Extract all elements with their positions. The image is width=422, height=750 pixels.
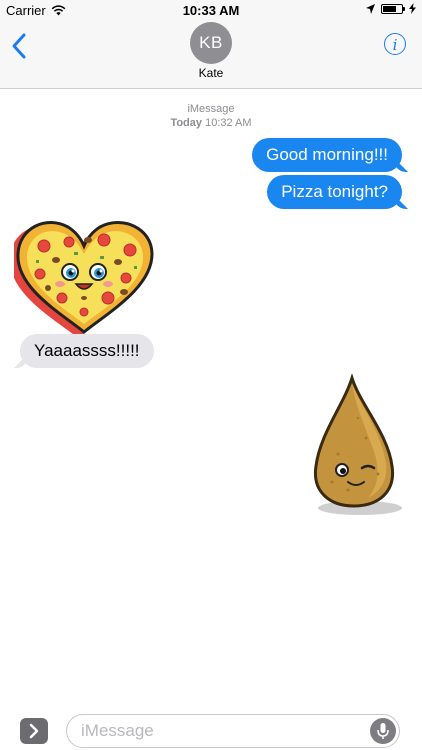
nav-bar: KB Kate i <box>0 20 422 89</box>
timestamp-time: 10:32 AM <box>205 117 252 129</box>
info-icon: i <box>392 36 398 54</box>
outgoing-message[interactable]: Good morning!!! <box>252 138 402 172</box>
pizza-heart-sticker[interactable] <box>14 216 158 336</box>
location-arrow-icon <box>366 3 375 14</box>
status-bar: Carrier 10:33 AM <box>0 0 422 20</box>
microphone-icon <box>377 723 389 739</box>
message-input[interactable] <box>66 714 400 748</box>
microphone-button[interactable] <box>370 718 396 744</box>
avatar[interactable]: KB <box>190 22 232 64</box>
charging-bolt-icon <box>409 3 416 14</box>
back-button[interactable] <box>10 32 30 60</box>
battery-icon <box>381 3 405 14</box>
timestamp: Today 10:32 AM <box>0 116 422 130</box>
winking-coxinha-sticker[interactable] <box>308 374 408 518</box>
outgoing-message[interactable]: Pizza tonight? <box>267 175 402 209</box>
input-bar <box>0 704 422 750</box>
chevron-left-icon <box>12 33 26 59</box>
info-button[interactable]: i <box>384 33 406 55</box>
timestamp-day: Today <box>170 117 203 129</box>
chevron-right-icon <box>29 723 39 739</box>
contact-name[interactable]: Kate <box>0 66 422 80</box>
apps-button[interactable] <box>20 718 48 744</box>
status-right <box>366 3 416 14</box>
conversation-header: iMessage Today 10:32 AM <box>0 102 422 130</box>
service-label: iMessage <box>187 103 235 115</box>
incoming-message[interactable]: Yaaaassss!!!!! <box>20 334 154 368</box>
status-time: 10:33 AM <box>182 3 240 18</box>
battery-level <box>383 5 396 12</box>
